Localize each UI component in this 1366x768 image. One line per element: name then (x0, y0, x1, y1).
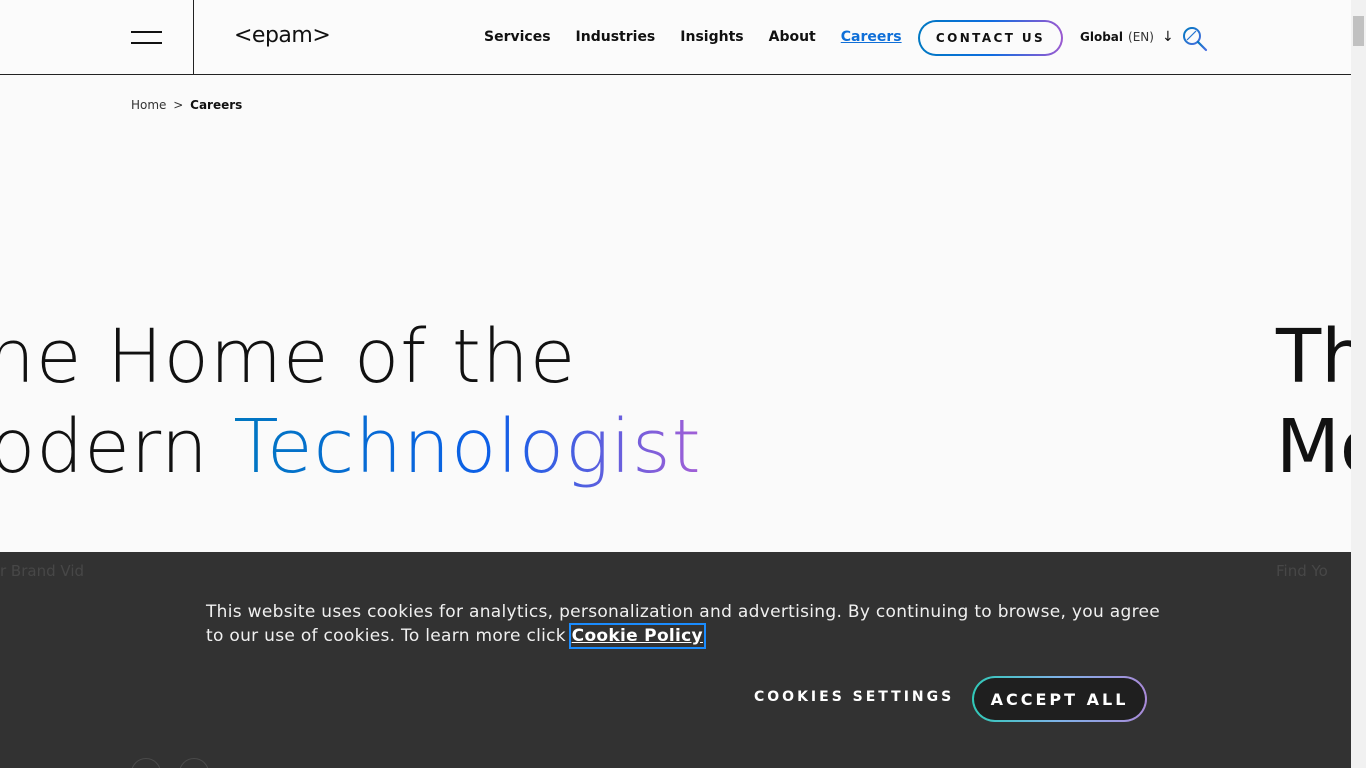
epam-logo[interactable]: <epam> (234, 21, 331, 51)
site-header: <epam> Services Industries Insights Abou… (0, 0, 1351, 75)
next-slide-heading-line1: Th (1276, 314, 1351, 400)
hero-heading-highlight: Technologist (233, 404, 702, 490)
scrollbar-thumb[interactable] (1353, 16, 1364, 46)
cookie-message: This website uses cookies for analytics,… (206, 600, 1166, 649)
carousel-controls (131, 758, 227, 768)
hero-heading-prefix: odern (0, 404, 234, 490)
breadcrumb: Home > Careers (131, 98, 242, 112)
next-slide-heading-line2: Mo (1276, 404, 1351, 490)
header-divider (193, 0, 194, 75)
accept-all-button[interactable]: ACCEPT ALL (972, 676, 1147, 722)
breadcrumb-separator: > (173, 98, 184, 112)
obscured-slide-text: r Brand Vid (0, 562, 85, 580)
nav-careers[interactable]: Careers (841, 27, 902, 47)
obscured-next-slide-text: Find Yo (1276, 562, 1328, 580)
hamburger-menu-icon[interactable] (131, 29, 163, 47)
cookie-policy-link[interactable]: Cookie Policy (568, 623, 706, 649)
nav-about[interactable]: About (769, 27, 816, 47)
cookie-banner: r Brand Vid Find Yo This website uses co… (0, 552, 1351, 768)
language-label: (EN) (1128, 30, 1154, 44)
page-scrollbar[interactable] (1351, 0, 1366, 768)
hero-heading-line1: he Home of the (0, 314, 577, 400)
nav-industries[interactable]: Industries (576, 27, 656, 47)
contact-us-button[interactable]: CONTACT US (918, 20, 1063, 56)
nav-services[interactable]: Services (484, 27, 551, 47)
breadcrumb-current: Careers (190, 98, 243, 112)
cookies-settings-button[interactable]: COOKIES SETTINGS (754, 689, 954, 705)
region-selector[interactable]: Global (EN) ↓ (1080, 29, 1174, 45)
search-icon[interactable] (1181, 26, 1209, 52)
nav-insights[interactable]: Insights (680, 27, 743, 47)
carousel-next-icon[interactable] (179, 758, 209, 768)
hero-carousel: he Home of the odern Technologist Th Mo (0, 300, 1351, 552)
main-nav: Services Industries Insights About Caree… (484, 27, 927, 47)
carousel-prev-icon[interactable] (131, 758, 161, 768)
hero-heading-line2: odern Technologist (0, 402, 702, 492)
region-label: Global (1080, 30, 1124, 44)
breadcrumb-home[interactable]: Home (131, 98, 166, 112)
arrow-down-icon: ↓ (1161, 29, 1174, 45)
